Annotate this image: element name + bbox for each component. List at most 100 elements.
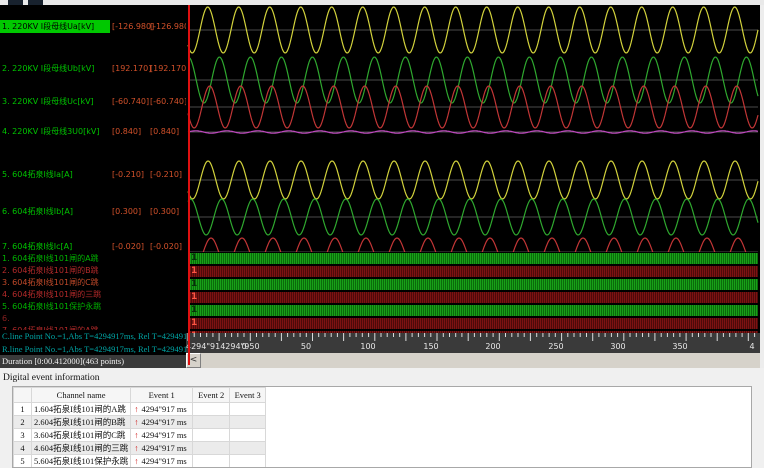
digital-channel-row[interactable]: 4. 604拓泉I线101闸的三跳 (2, 289, 184, 301)
analog-channel-value-2: [-0.020] (150, 242, 183, 251)
digital-trace-bar[interactable]: 1 (188, 305, 758, 316)
digital-event-table-box: Channel name Event 1 Event 2 Event 3 1 1.604拓… (12, 386, 752, 468)
digital-trace-bar[interactable]: 1 (188, 266, 758, 277)
event-table-header: Event 1 (130, 387, 194, 403)
event-channel-name: 2.604拓泉I线101闸的B跳 (30, 415, 132, 429)
event-3-cell (229, 402, 267, 416)
toolbar-button-stub-2[interactable] (28, 0, 43, 5)
analog-channel-name: 3. 220KV I段母线Uc[kV] (2, 97, 94, 106)
digital-event-section: Digital event information Channel name Ev… (0, 368, 764, 468)
event-row-number: 2 (13, 415, 32, 429)
event-table-row[interactable]: 1 1.604拓泉I线101闸的A跳 ↑ 4294"917 ms (13, 402, 267, 416)
analog-trace-Ic (202, 237, 747, 252)
event-3-cell (229, 441, 267, 455)
analog-channel-name: 2. 220KV I段母线Ub[kV] (2, 64, 95, 73)
time-axis-label: 300 (610, 342, 626, 351)
rising-edge-arrow-icon: ↑ (134, 430, 139, 440)
digital-channel-row[interactable]: 5. 604拓泉I线101保护永跳 (2, 301, 184, 313)
event-table-row[interactable]: 4 4.604拓泉I线101闸的三跳 ↑ 4294"917 ms (13, 441, 267, 455)
event-1-time: 4294"917 ms (141, 430, 187, 440)
time-axis-ruler[interactable]: 4294"914294"950 0 50 100 150 200 250 300 350 4 (186, 333, 760, 353)
analog-channel-value-1: [192.170] (112, 64, 152, 73)
event-row-number: 1 (13, 402, 32, 416)
analog-channel-row[interactable]: 7. 604拓泉I线Ic[A] [-0.020] [-0.020] (0, 240, 186, 253)
toolbar-button-stub-1[interactable] (8, 0, 23, 5)
event-table-row[interactable]: 5 5.604拓泉I线101保护永跳 ↑ 4294"917 ms (13, 454, 267, 467)
rising-edge-arrow-icon: ↑ (134, 404, 139, 414)
digital-state-value: 1 (191, 253, 198, 263)
event-1-time: 4294"917 ms (141, 456, 187, 466)
event-channel-name: 3.604拓泉I线101闸的C跳 (30, 428, 132, 442)
event-table-header: Channel name (30, 387, 132, 403)
event-table-row[interactable]: 2 2.604拓泉I线101闸的B跳 ↑ 4294"917 ms (13, 415, 267, 429)
event-channel-name: 4.604拓泉I线101闸的三跳 (30, 441, 132, 455)
time-axis-label: 4294"914294"950 (186, 342, 260, 351)
analog-channel-value-2: [0.300] (150, 207, 180, 216)
event-table-header (13, 387, 32, 403)
event-1-time: 4294"917 ms (141, 404, 187, 414)
analog-channel-row[interactable]: 1. 220KV I段母线Ua[kV][-126.980][-126.980] (0, 20, 186, 33)
digital-trace-bar[interactable]: 1 (188, 292, 758, 303)
rising-edge-arrow-icon: ↑ (134, 417, 139, 427)
event-1-cell: ↑ 4294"917 ms (130, 428, 194, 442)
event-1-cell: ↑ 4294"917 ms (130, 441, 194, 455)
time-axis-label: 50 (300, 342, 312, 351)
cursor-r-line-info: R.line Point No.=1,Abs T=4294917ms, Rel … (0, 343, 186, 355)
analog-channel-row[interactable]: 3. 220KV I段母线Uc[kV] [-60.740] [-60.740] (0, 95, 186, 108)
event-table-header: Event 3 (229, 387, 267, 403)
digital-state-value: 1 (191, 305, 198, 315)
rising-edge-arrow-icon: ↑ (134, 443, 139, 453)
time-cursor-line[interactable] (188, 5, 190, 365)
digital-channel-row[interactable]: 2. 604拓泉I线101闸的B跳 (2, 265, 184, 277)
event-2-cell (192, 415, 231, 429)
analog-channel-row[interactable]: 5. 604拓泉I线Ia[A] [-0.210] [-0.210] (0, 168, 186, 181)
event-1-cell: ↑ 4294"917 ms (130, 454, 194, 467)
digital-trace-bar[interactable]: 1 (188, 318, 758, 329)
event-table-row[interactable]: 3 3.604拓泉I线101闸的C跳 ↑ 4294"917 ms (13, 428, 267, 442)
event-2-cell (192, 454, 231, 467)
analog-channel-name: 5. 604拓泉I线Ia[A] (2, 170, 73, 179)
window-top-edge (0, 0, 764, 5)
analog-channel-row[interactable]: 4. 220KV I段母线3U0[kV] [0.840] [0.840] (0, 125, 186, 138)
digital-channel-row[interactable]: 3. 604拓泉I线101闸的C跳 (2, 277, 184, 289)
event-channel-name: 5.604拓泉I线101保护永跳 (30, 454, 132, 467)
event-1-time: 4294"917 ms (141, 443, 187, 453)
digital-trace-bar[interactable]: 1 (188, 279, 758, 290)
analog-channel-value-1: [-60.740] (112, 97, 150, 106)
analog-channel-value-1: [-0.020] (112, 242, 145, 251)
analog-channel-value-1: [0.300] (112, 207, 142, 216)
analog-channel-value-1: [0.840] (112, 127, 142, 136)
event-row-number: 4 (13, 441, 32, 455)
time-axis-label: 350 (672, 342, 688, 351)
analog-channel-value-2: [0.840] (150, 127, 180, 136)
analog-channel-value-1: [-0.210] (112, 170, 145, 179)
digital-state-value: 1 (191, 279, 198, 289)
analog-channel-name: 1. 220KV I段母线Ua[kV] (0, 20, 110, 33)
time-axis-label: 100 (360, 342, 376, 351)
time-axis-label: 0 (241, 342, 247, 351)
analog-channel-row[interactable]: 2. 220KV I段母线Ub[kV] [192.170] [192.170] (0, 62, 186, 75)
analog-channel-value-2: [192.170] (150, 64, 186, 73)
waveform-display-panel[interactable]: 1111111 4294"914294"95005010015020025030… (186, 0, 764, 368)
time-axis-ticks (187, 333, 756, 341)
digital-channel-row[interactable]: 1. 604拓泉I线101闸的A跳 (2, 253, 184, 265)
cursor-c-line-info: C.line Point No.=1,Abs T=4294917ms, Rel … (0, 330, 186, 342)
digital-event-table: Channel name Event 1 Event 2 Event 3 1 1.604拓… (13, 387, 267, 467)
digital-state-value: 1 (191, 292, 198, 302)
horizontal-scrollbar[interactable]: < (186, 353, 760, 368)
digital-state-value: 1 (191, 266, 198, 276)
event-3-cell (229, 454, 267, 467)
event-1-cell: ↑ 4294"917 ms (130, 402, 194, 416)
analog-channel-name: 6. 604拓泉I线Ib[A] (2, 207, 73, 216)
digital-channel-row[interactable]: 6. (2, 313, 184, 325)
event-row-number: 5 (13, 454, 32, 467)
rising-edge-arrow-icon: ↑ (134, 456, 139, 466)
analog-channel-row[interactable]: 6. 604拓泉I线Ib[A] [0.300] [0.300] (0, 205, 186, 218)
time-axis-label: 250 (548, 342, 564, 351)
digital-trace-bar[interactable]: 1 (188, 253, 758, 264)
analog-channel-value-2: [-60.740] (150, 97, 186, 106)
analog-channel-name: 4. 220KV I段母线3U0[kV] (2, 127, 100, 136)
event-3-cell (229, 428, 267, 442)
event-1-cell: ↑ 4294"917 ms (130, 415, 194, 429)
digital-event-title: Digital event information (3, 373, 100, 383)
